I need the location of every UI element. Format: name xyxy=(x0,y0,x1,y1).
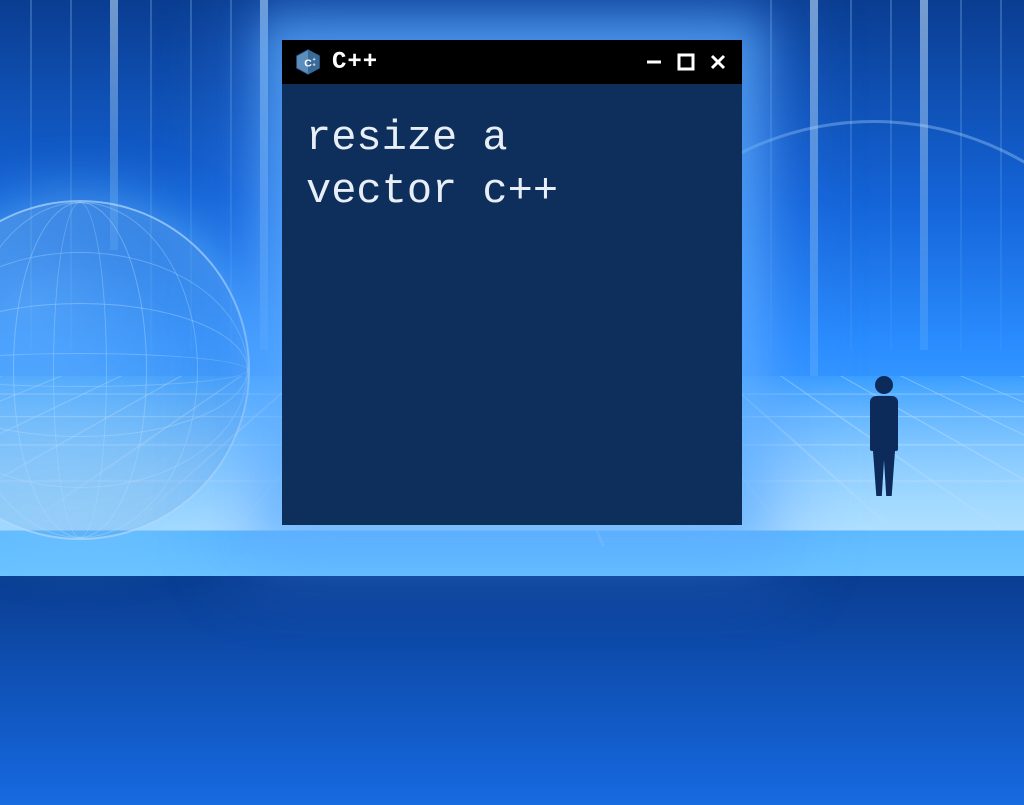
terminal-window: C + + C++ resize a vector c++ xyxy=(282,40,742,525)
content-text: resize a vector c++ xyxy=(306,112,718,217)
close-button[interactable] xyxy=(706,50,730,74)
svg-text:C: C xyxy=(304,57,312,69)
maximize-button[interactable] xyxy=(674,50,698,74)
app-title: C++ xyxy=(332,49,378,76)
minimize-button[interactable] xyxy=(642,50,666,74)
svg-text:+: + xyxy=(313,62,316,68)
cpp-logo-icon: C + + xyxy=(294,48,322,76)
window-controls xyxy=(642,50,730,74)
person-silhouette xyxy=(864,376,904,496)
titlebar[interactable]: C + + C++ xyxy=(282,40,742,84)
terminal-content: resize a vector c++ xyxy=(282,84,742,525)
